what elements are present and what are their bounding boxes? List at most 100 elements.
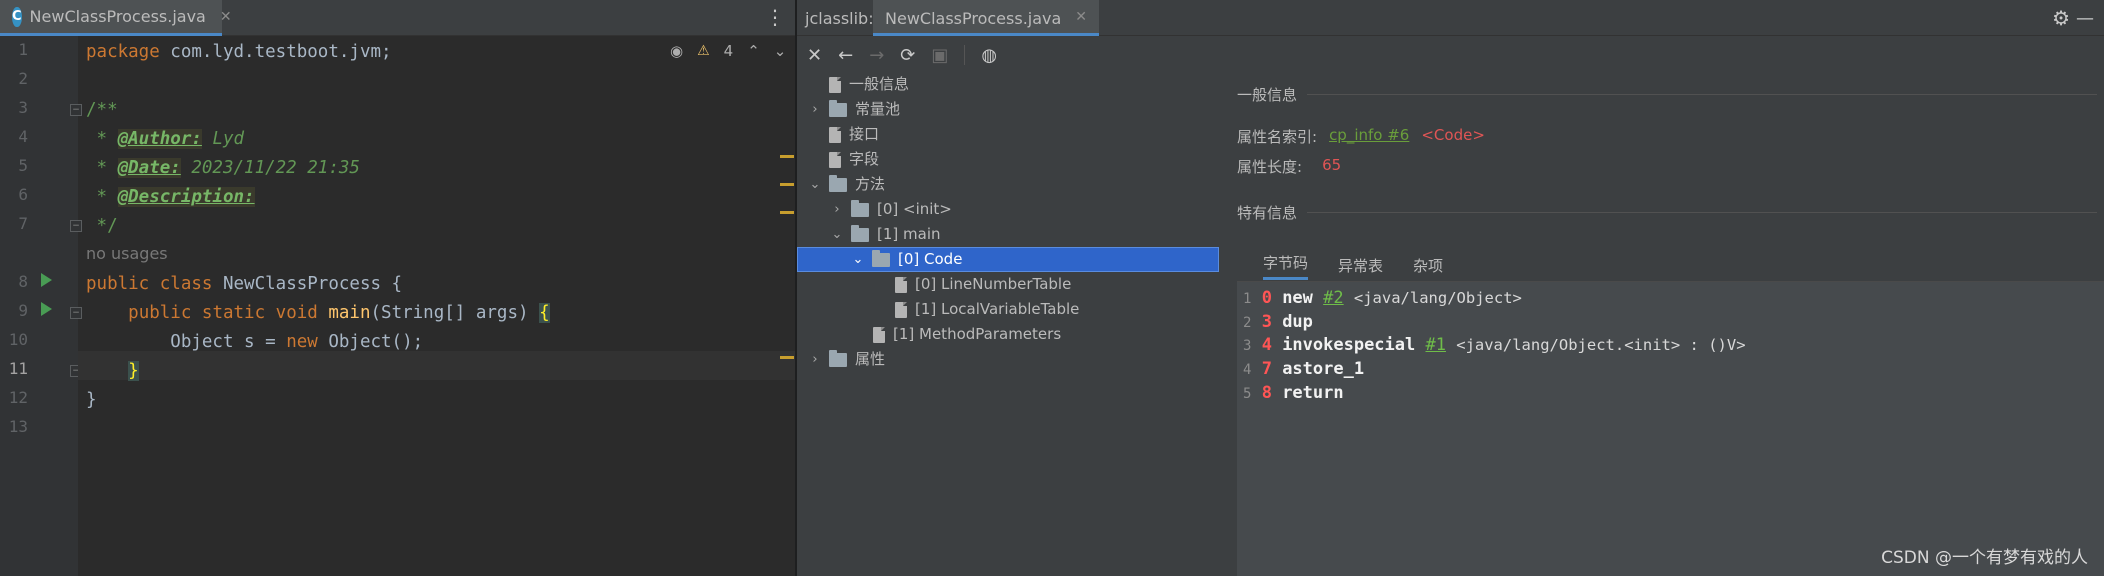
tab-exception-table[interactable]: 异常表: [1338, 255, 1383, 276]
editor-tab-label: NewClassProcess.java: [29, 7, 206, 26]
bytecode-view[interactable]: 1 0 new #2 <java/lang/Object> 2 3 dup 3 …: [1237, 282, 2104, 576]
attr-length-value: 65: [1322, 156, 1342, 174]
warning-stripe-marker[interactable]: [780, 211, 794, 214]
jclasslib-pane: jclasslib: NewClassProcess.java ✕ ⚙ — ✕ …: [797, 0, 2104, 576]
more-options-icon[interactable]: ⋮: [765, 6, 785, 28]
close-icon[interactable]: ✕: [1075, 9, 1087, 33]
tree-node-code-selected[interactable]: ⌄ [0] Code: [797, 247, 1219, 272]
warning-stripe-marker[interactable]: [780, 183, 794, 186]
constant-pool-ref-link[interactable]: #1: [1426, 335, 1446, 355]
chevron-down-icon: ⌄: [809, 177, 821, 192]
bytecode-line: 4 7 astore_1: [1243, 359, 1365, 379]
java-class-icon: C: [12, 6, 22, 27]
cp-info-link[interactable]: cp_info #6: [1329, 126, 1409, 147]
chevron-up-icon[interactable]: ⌃: [747, 42, 760, 60]
refresh-icon[interactable]: ⟳: [900, 45, 915, 66]
line-number: 2: [18, 69, 28, 88]
attr-name-index-row: 属性名索引: cp_info #6 <Code>: [1237, 126, 1485, 147]
code-line-10: Object s = new Object();: [86, 332, 424, 352]
usages-hint[interactable]: no usages: [86, 240, 168, 268]
class-structure-tree: 一般信息 › 常量池 接口 字段 ⌄ 方法 › [0] <init> ⌄ [1] mai…: [797, 72, 1219, 576]
folder-icon: [851, 224, 869, 242]
save-icon[interactable]: ▣: [931, 45, 948, 66]
line-number: 1: [18, 40, 28, 59]
watermark: CSDN @一个有梦有戏的人: [1881, 548, 2088, 568]
gear-icon[interactable]: ⚙: [2052, 6, 2070, 30]
attr-length-label: 属性长度:: [1237, 158, 1303, 176]
bytecode-line: 2 3 dup: [1243, 312, 1313, 332]
jclasslib-toolbar: ✕ ← → ⟳ ▣ ◍: [797, 38, 2104, 72]
bytecode-line: 5 8 return: [1243, 383, 1344, 403]
run-class-icon[interactable]: [41, 273, 52, 287]
editor-tab-newclassprocess[interactable]: C NewClassProcess.java ✕: [0, 0, 232, 36]
chevron-down-icon: ⌄: [852, 252, 864, 267]
chevron-right-icon: ›: [834, 202, 840, 217]
jclasslib-tab-label: NewClassProcess.java: [885, 9, 1062, 28]
section-general: 一般信息: [1237, 84, 2097, 105]
file-icon: [895, 301, 907, 318]
line-number: 9: [18, 301, 28, 320]
warning-icon[interactable]: ⚠: [697, 43, 710, 59]
tree-node-main[interactable]: ⌄ [1] main: [831, 222, 941, 247]
attr-name-index-label: 属性名索引:: [1237, 128, 1318, 146]
toolbar-separator: [964, 45, 966, 65]
editor-tab-bar: C NewClassProcess.java ✕ ⋮: [0, 0, 795, 36]
folder-icon: [851, 199, 869, 217]
jclasslib-tab-bar: jclasslib: NewClassProcess.java ✕ ⚙ —: [797, 0, 2104, 36]
jclasslib-tab[interactable]: NewClassProcess.java ✕: [873, 0, 1100, 36]
tree-node-constant-pool[interactable]: › 常量池: [809, 97, 900, 122]
file-icon: [873, 326, 885, 343]
tab-bytecode[interactable]: 字节码: [1263, 252, 1309, 280]
back-arrow-icon[interactable]: ←: [838, 45, 853, 66]
warning-stripe-marker[interactable]: [780, 155, 794, 158]
file-icon: [829, 76, 841, 93]
line-number-current: 11: [8, 359, 28, 378]
line-number: 8: [18, 272, 28, 291]
close-icon[interactable]: ✕: [220, 9, 232, 25]
folder-icon: [829, 99, 847, 117]
line-number: 6: [18, 185, 28, 204]
warnings-count[interactable]: 4: [724, 42, 734, 60]
forward-arrow-icon[interactable]: →: [869, 45, 884, 66]
file-icon: [829, 126, 841, 143]
code-line-7: */: [86, 216, 118, 236]
tree-node-line-number-table[interactable]: [0] LineNumberTable: [875, 272, 1071, 297]
code-line-9: public static void main(String[] args) {: [128, 303, 550, 323]
chevron-right-icon: ›: [812, 352, 818, 367]
tab-misc[interactable]: 杂项: [1413, 255, 1443, 276]
tree-node-local-variable-table[interactable]: [1] LocalVariableTable: [875, 297, 1079, 322]
folder-icon: [872, 249, 890, 267]
attr-name-value: <Code>: [1421, 126, 1485, 144]
tree-node-methods[interactable]: ⌄ 方法: [809, 172, 885, 197]
close-icon[interactable]: ✕: [807, 45, 822, 66]
minimize-icon[interactable]: —: [2076, 8, 2094, 29]
tree-node-method-parameters[interactable]: [1] MethodParameters: [853, 322, 1061, 347]
line-number: 13: [8, 417, 28, 436]
folder-icon: [829, 349, 847, 367]
tree-node-fields[interactable]: 字段: [809, 147, 879, 172]
code-line-12: }: [86, 390, 97, 410]
code-line-8: public class NewClassProcess {: [86, 274, 403, 294]
globe-icon[interactable]: ◍: [981, 45, 997, 66]
code-line-1: package com.lyd.testboot.jvm;: [86, 42, 392, 62]
tree-node-init[interactable]: › [0] <init>: [831, 197, 952, 222]
bytecode-line: 1 0 new #2 <java/lang/Object>: [1243, 288, 1522, 308]
code-line-11: }: [128, 361, 139, 381]
reader-mode-icon[interactable]: ◉: [670, 42, 683, 60]
tree-node-interfaces[interactable]: 接口: [809, 122, 879, 147]
code-line-5: * @Date: 2023/11/22 21:35: [86, 158, 360, 178]
chevron-right-icon: ›: [812, 102, 818, 117]
tree-node-attributes[interactable]: › 属性: [809, 347, 885, 372]
line-number: 7: [18, 214, 28, 233]
run-main-icon[interactable]: [41, 302, 52, 316]
code-line-6: * @Description:: [86, 187, 255, 207]
code-editor-pane: C NewClassProcess.java ✕ ⋮ 1 2 3 4 5 6 7…: [0, 0, 795, 576]
tree-node-general[interactable]: 一般信息: [809, 72, 909, 97]
attr-length-row: 属性长度: 65: [1237, 156, 1341, 177]
code-area[interactable]: package com.lyd.testboot.jvm; /** * @Aut…: [78, 36, 795, 576]
section-specific: 特有信息: [1237, 202, 2097, 223]
constant-pool-ref-link[interactable]: #2: [1323, 288, 1343, 308]
warning-stripe-marker[interactable]: [780, 356, 794, 359]
detail-panel: 一般信息 属性名索引: cp_info #6 <Code> 属性长度: 65 特…: [1237, 72, 2104, 576]
chevron-down-icon[interactable]: ⌄: [774, 42, 787, 60]
